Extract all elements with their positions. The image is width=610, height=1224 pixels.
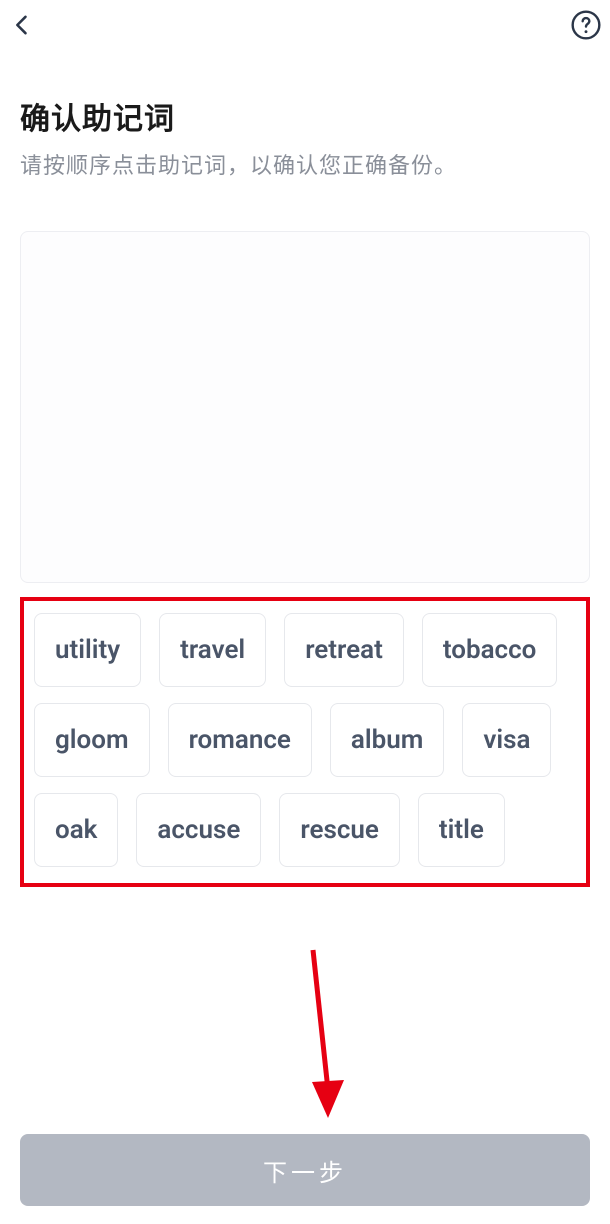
- annotation-arrow-icon: [310, 948, 370, 1128]
- back-button[interactable]: [4, 7, 40, 47]
- word-chip[interactable]: gloom: [34, 703, 150, 777]
- next-button[interactable]: 下一步: [20, 1134, 590, 1206]
- word-chip[interactable]: visa: [462, 703, 551, 777]
- word-chip[interactable]: oak: [34, 793, 118, 867]
- word-chip[interactable]: utility: [34, 613, 141, 687]
- question-mark-circle-icon: [570, 9, 602, 41]
- word-chip[interactable]: rescue: [279, 793, 400, 867]
- word-chip[interactable]: tobacco: [422, 613, 558, 687]
- word-chip[interactable]: accuse: [136, 793, 261, 867]
- word-chip[interactable]: album: [330, 703, 444, 777]
- page-subtitle: 请按顺序点击助记词，以确认您正确备份。: [20, 150, 590, 183]
- mnemonic-words-container: utility travel retreat tobacco gloom rom…: [20, 597, 590, 887]
- selected-words-area[interactable]: [20, 231, 590, 583]
- page-title: 确认助记词: [20, 94, 590, 138]
- help-button[interactable]: [570, 9, 602, 45]
- word-chip[interactable]: travel: [159, 613, 266, 687]
- word-chip[interactable]: title: [418, 793, 505, 867]
- chevron-left-icon: [8, 11, 36, 39]
- word-chip[interactable]: romance: [168, 703, 312, 777]
- word-chip[interactable]: retreat: [284, 613, 404, 687]
